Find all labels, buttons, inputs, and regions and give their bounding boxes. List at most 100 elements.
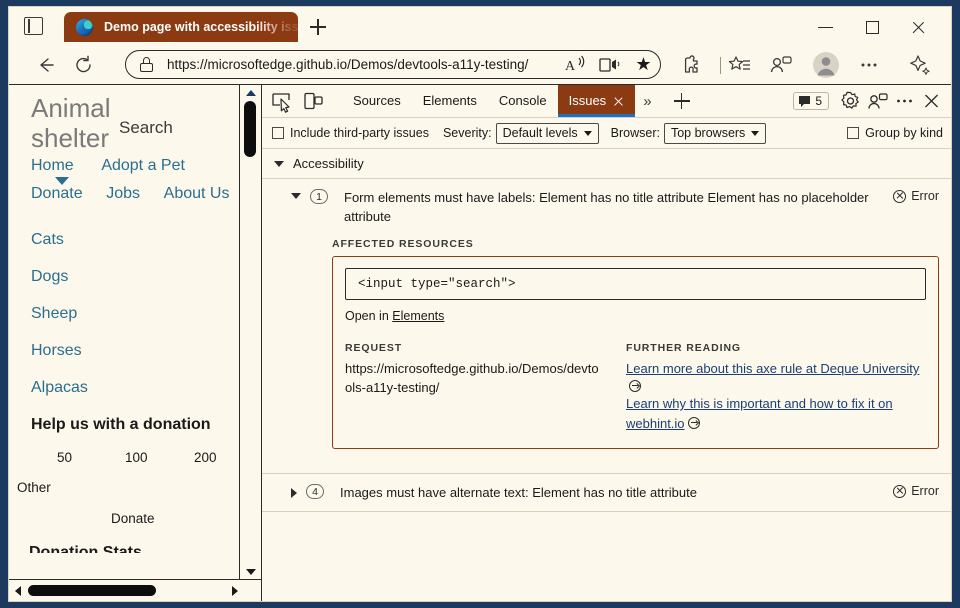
profile-avatar-icon[interactable] xyxy=(811,50,839,80)
group-by-kind-control[interactable]: Group by kind xyxy=(847,126,943,140)
category-cats[interactable]: Cats xyxy=(31,231,239,249)
scroll-right-arrow-icon[interactable] xyxy=(228,580,243,601)
issue-row[interactable]: 1 Form elements must have labels: Elemen… xyxy=(262,179,951,235)
category-horses[interactable]: Horses xyxy=(31,342,239,360)
tab-manager-icon[interactable] xyxy=(24,17,43,35)
devtools-tab-bar: Sources Elements Console Issues » 5 xyxy=(262,85,951,118)
chevron-down-icon[interactable] xyxy=(291,193,301,199)
issue-kind-accessibility[interactable]: Accessibility xyxy=(262,149,951,179)
browser-window: Demo page with accessibility iss https:/… xyxy=(8,6,952,602)
category-list: Cats Dogs Sheep Horses Alpacas xyxy=(31,231,239,397)
scroll-up-arrow-icon[interactable] xyxy=(240,85,261,100)
category-dogs[interactable]: Dogs xyxy=(31,268,239,286)
scroll-left-arrow-icon[interactable] xyxy=(11,580,26,601)
nav-link-home[interactable]: Home xyxy=(31,157,74,175)
amount-200[interactable]: 200 xyxy=(194,450,217,465)
category-alpacas[interactable]: Alpacas xyxy=(31,379,239,397)
reload-icon[interactable] xyxy=(71,53,97,77)
window-minimize-button[interactable] xyxy=(806,14,846,40)
immersive-reader-icon[interactable] xyxy=(592,51,626,78)
issues-list: Accessibility 1 Form elements must have … xyxy=(262,149,951,601)
issue-severity-label: Error xyxy=(911,189,939,203)
chevron-down-icon xyxy=(751,131,759,136)
url-box[interactable]: https://microsoftedge.github.io/Demos/de… xyxy=(125,50,661,79)
tab-strip: Demo page with accessibility iss xyxy=(9,7,951,45)
open-in-elements: Open in Elements xyxy=(345,309,926,323)
group-by-kind-checkbox[interactable] xyxy=(847,127,859,139)
include-third-party-label[interactable]: Include third-party issues xyxy=(290,126,429,140)
chevron-right-icon[interactable] xyxy=(291,488,297,498)
nav-link-adopt-a-pet[interactable]: Adopt a Pet xyxy=(101,157,185,175)
severity-label: Severity: xyxy=(443,126,492,140)
external-link-icon xyxy=(688,417,700,429)
url-action-icons: A ★ xyxy=(558,51,660,78)
copilot-icon[interactable] xyxy=(905,52,933,78)
window-close-button[interactable] xyxy=(899,14,939,40)
group-by-kind-label[interactable]: Group by kind xyxy=(865,126,943,140)
more-options-icon[interactable] xyxy=(855,52,883,78)
window-maximize-button[interactable] xyxy=(853,14,893,40)
affected-element-code[interactable]: <input type="search"> xyxy=(345,268,926,300)
category-sheep[interactable]: Sheep xyxy=(31,305,239,323)
nav-active-caret-icon xyxy=(55,177,69,185)
toolbar-divider xyxy=(720,57,721,74)
devtools-split-screen-icon[interactable] xyxy=(864,89,891,113)
issue-row[interactable]: 4 Images must have alternate text: Eleme… xyxy=(262,473,951,512)
nav-link-about-us[interactable]: About Us xyxy=(164,185,230,203)
affected-resources-label: AFFECTED RESOURCES xyxy=(332,235,939,256)
page-horizontal-scrollbar[interactable] xyxy=(9,579,261,601)
browser-label: Browser: xyxy=(611,126,660,140)
donation-heading: Help us with a donation xyxy=(31,416,239,434)
tab-elements[interactable]: Elements xyxy=(412,85,488,117)
further-reading-item: Learn why this is important and how to f… xyxy=(626,394,926,434)
back-arrow-icon[interactable] xyxy=(33,53,59,77)
open-in-elements-link[interactable]: Elements xyxy=(392,309,444,323)
site-nav-row-2: Donate Jobs About Us xyxy=(31,185,239,203)
tab-console[interactable]: Console xyxy=(488,85,558,117)
tab-issues-close-icon[interactable] xyxy=(613,96,624,107)
nav-link-donate[interactable]: Donate xyxy=(31,185,83,203)
horizontal-scroll-thumb[interactable] xyxy=(28,585,156,596)
site-search-label[interactable]: Search xyxy=(119,118,173,138)
gear-icon[interactable] xyxy=(837,89,864,113)
include-third-party-checkbox[interactable] xyxy=(272,127,284,139)
issue-meta-columns: REQUEST https://microsoftedge.github.io/… xyxy=(345,339,926,434)
amount-other[interactable]: Other xyxy=(17,480,239,495)
add-panel-button[interactable] xyxy=(670,89,694,113)
scroll-down-arrow-icon[interactable] xyxy=(240,564,261,579)
browser-tab[interactable]: Demo page with accessibility iss xyxy=(64,12,298,42)
severity-select[interactable]: Default levels xyxy=(496,123,599,144)
url-text: https://microsoftedge.github.io/Demos/de… xyxy=(167,57,528,72)
further-reading-column: FURTHER READING Learn more about this ax… xyxy=(626,339,926,434)
donate-button[interactable]: Donate xyxy=(111,511,239,526)
new-tab-button[interactable] xyxy=(307,16,329,38)
split-screen-icon[interactable] xyxy=(767,52,795,78)
amount-100[interactable]: 100 xyxy=(125,450,148,465)
amount-50[interactable]: 50 xyxy=(57,450,72,465)
tabs-overflow-button[interactable]: » xyxy=(635,93,659,110)
nav-link-jobs[interactable]: Jobs xyxy=(106,185,140,203)
chevron-down-icon xyxy=(584,131,592,136)
deque-university-link[interactable]: Learn more about this axe rule at Deque … xyxy=(626,361,919,376)
favorite-star-icon[interactable]: ★ xyxy=(626,51,660,78)
webhint-link[interactable]: Learn why this is important and how to f… xyxy=(626,396,893,431)
message-count-value: 5 xyxy=(815,94,822,108)
message-count-button[interactable]: 5 xyxy=(793,92,829,110)
extensions-icon[interactable] xyxy=(677,52,705,78)
tab-sources[interactable]: Sources xyxy=(342,85,412,117)
inspect-element-icon[interactable] xyxy=(268,89,294,113)
close-devtools-icon[interactable] xyxy=(918,89,945,113)
device-toolbar-icon[interactable] xyxy=(300,89,326,113)
read-aloud-icon[interactable]: A xyxy=(558,51,592,78)
request-url: https://microsoftedge.github.io/Demos/de… xyxy=(345,359,604,397)
status-badge: Error xyxy=(893,484,939,498)
vertical-scroll-thumb[interactable] xyxy=(244,101,256,157)
severity-value: Default levels xyxy=(503,126,578,140)
devtools-more-options-icon[interactable] xyxy=(891,89,918,113)
browser-select[interactable]: Top browsers xyxy=(664,123,766,144)
donation-amounts: 50 100 200 xyxy=(31,450,239,470)
collections-icon[interactable] xyxy=(725,52,753,78)
issue-detail: AFFECTED RESOURCES <input type="search">… xyxy=(262,235,951,461)
tab-issues[interactable]: Issues xyxy=(558,85,636,117)
page-vertical-scrollbar[interactable] xyxy=(239,85,261,579)
